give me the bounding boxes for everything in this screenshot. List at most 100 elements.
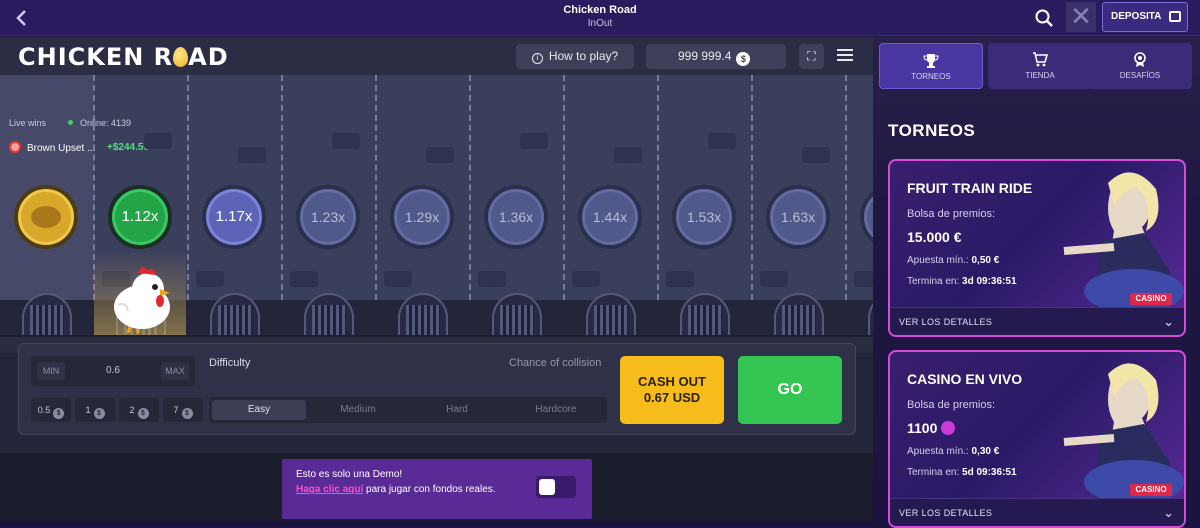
hero-illustration-icon — [1063, 172, 1184, 311]
window-title: Chicken Road InOut — [500, 3, 700, 30]
tab-tienda[interactable]: TIENDA — [988, 43, 1092, 89]
difficulty-label: Difficulty — [209, 357, 251, 369]
min-bet-value: 0,30 € — [971, 446, 1000, 457]
difficulty-selector: Easy Medium Hard Hardcore — [209, 397, 607, 423]
online-dot-icon — [68, 120, 73, 125]
bet-chip[interactable]: 2 $ — [119, 398, 159, 422]
winner-entry: Brown Upset ... — [9, 141, 95, 154]
difficulty-hard[interactable]: Hard — [410, 400, 504, 420]
pool-value: 1100 — [907, 420, 956, 436]
pool-label: Bolsa de premios: — [907, 208, 996, 220]
sewer-grate — [774, 293, 824, 335]
tab-torneos[interactable]: TORNEOS — [879, 43, 983, 89]
card-title: CASINO EN VIVO — [907, 371, 1023, 387]
details-label: VER LOS DETALLES — [899, 508, 993, 518]
logo-text-start: CHICKEN R — [18, 43, 174, 71]
chip-value: 2 — [129, 405, 135, 415]
go-button[interactable]: GO — [738, 356, 842, 424]
end-time: Termina en: 5d 09:36:51 — [907, 467, 1017, 478]
top-bar: Chicken Road InOut ✕ DEPOSITA — [0, 0, 1200, 36]
cash-out-amount: 0.67 USD — [643, 390, 701, 405]
brick — [666, 271, 694, 287]
chevron-down-icon: ⌄ — [1163, 314, 1174, 329]
tournament-card[interactable]: FRUIT TRAIN RIDE Bolsa de premios: 15.00… — [888, 159, 1186, 337]
difficulty-medium[interactable]: Medium — [311, 400, 405, 420]
pool-label: Bolsa de premios: — [907, 399, 996, 411]
brick — [332, 133, 360, 149]
difficulty-easy[interactable]: Easy — [212, 400, 306, 420]
details-label: VER LOS DETALLES — [899, 317, 993, 327]
bet-min-button[interactable]: MIN — [37, 362, 65, 380]
sewer-grate — [210, 293, 260, 335]
brick — [238, 147, 266, 163]
tab-desafios-label: DESAFÍOS — [1119, 71, 1161, 80]
chevron-left-icon — [16, 10, 26, 26]
control-panel: MIN 0.6 MAX 0.5 $1 $2 $7 $ Difficulty Chance… — [18, 343, 856, 435]
tab-torneos-label: TORNEOS — [911, 72, 951, 81]
lane-divider — [563, 75, 565, 300]
logo-text-end: AD — [188, 43, 229, 71]
details-toggle[interactable]: VER LOS DETALLES ⌄ — [890, 307, 1184, 335]
cash-out-button[interactable]: CASH OUT 0.67 USD — [620, 356, 724, 424]
dollar-coin-icon: $ — [93, 408, 105, 419]
bet-max-button[interactable]: MAX — [161, 362, 189, 380]
deposit-label: DEPOSITA — [1111, 11, 1162, 22]
bet-chip[interactable]: 1 $ — [75, 398, 115, 422]
brick — [478, 271, 506, 287]
multiplier-2: 1.17x — [202, 185, 266, 249]
real-money-toggle[interactable] — [536, 476, 576, 498]
end-time-label: Termina en: — [907, 467, 960, 478]
fullscreen-button[interactable]: ⛶ — [799, 44, 824, 69]
chip-value: 7 — [173, 405, 179, 415]
expand-icon: ⛶ — [807, 49, 816, 63]
game-title: Chicken Road — [563, 4, 637, 16]
min-bet-value: 0,50 € — [971, 255, 1000, 266]
game-logo: CHICKEN R AD — [18, 43, 229, 71]
bet-amount[interactable]: 0.6 — [91, 356, 135, 386]
sewer-grate — [398, 293, 448, 335]
casino-badge: CASINO — [1130, 293, 1172, 305]
multiplier-4: 1.29x — [390, 185, 454, 249]
bet-input[interactable]: MIN 0.6 MAX — [31, 356, 195, 386]
game-area: CHICKEN R AD i How to play? 999 999.4 $ ⛶ L… — [0, 37, 873, 521]
tournament-card[interactable]: CASINO EN VIVO Bolsa de premios: 1100 Ap… — [888, 350, 1186, 528]
demo-link[interactable]: Haga clic aquí — [296, 484, 363, 495]
brick — [290, 271, 318, 287]
search-button[interactable] — [1032, 6, 1056, 30]
bet-chip[interactable]: 0.5 $ — [31, 398, 71, 422]
side-panel: TORNEOS TIENDA DESAFÍOS TORNEOS FRUIT TR… — [873, 37, 1200, 528]
lane-divider — [469, 75, 471, 300]
bet-chip[interactable]: 7 $ — [163, 398, 203, 422]
pool-amount: 1100 — [907, 420, 938, 436]
info-icon: i — [531, 53, 543, 64]
deposit-button[interactable]: DEPOSITA — [1102, 2, 1188, 32]
brick — [854, 271, 873, 287]
live-wins-label: Live wins — [9, 118, 47, 128]
sewer-grate — [304, 293, 354, 335]
start-coin — [14, 185, 78, 249]
sewer-grate — [492, 293, 542, 335]
cash-out-label: CASH OUT — [638, 374, 706, 389]
end-time-value: 5d 09:36:51 — [962, 467, 1017, 478]
multiplier-6: 1.44x — [578, 185, 642, 249]
brick — [802, 147, 830, 163]
tab-desafios[interactable]: DESAFÍOS — [1088, 43, 1192, 89]
back-button[interactable] — [10, 6, 34, 30]
close-button[interactable]: ✕ — [1066, 2, 1096, 32]
dollar-coin-icon: $ — [181, 408, 193, 419]
pool-value: 15.000 € — [907, 229, 962, 245]
end-time-label: Termina en: — [907, 276, 960, 287]
sewer-grate — [680, 293, 730, 335]
multiplier-5: 1.36x — [484, 185, 548, 249]
sewer-grate — [22, 293, 72, 335]
menu-button[interactable] — [834, 46, 856, 66]
end-time: Termina en: 3d 09:36:51 — [907, 276, 1017, 287]
min-bet: Apuesta mín.: 0,50 € — [907, 255, 999, 266]
difficulty-hardcore[interactable]: Hardcore — [509, 400, 603, 420]
details-toggle[interactable]: VER LOS DETALLES ⌄ — [890, 498, 1184, 526]
chevron-down-icon: ⌄ — [1163, 505, 1174, 520]
avatar — [9, 141, 21, 153]
lane-divider — [751, 75, 753, 300]
how-to-play-button[interactable]: i How to play? — [516, 44, 634, 69]
chip-value: 0.5 — [37, 405, 51, 415]
